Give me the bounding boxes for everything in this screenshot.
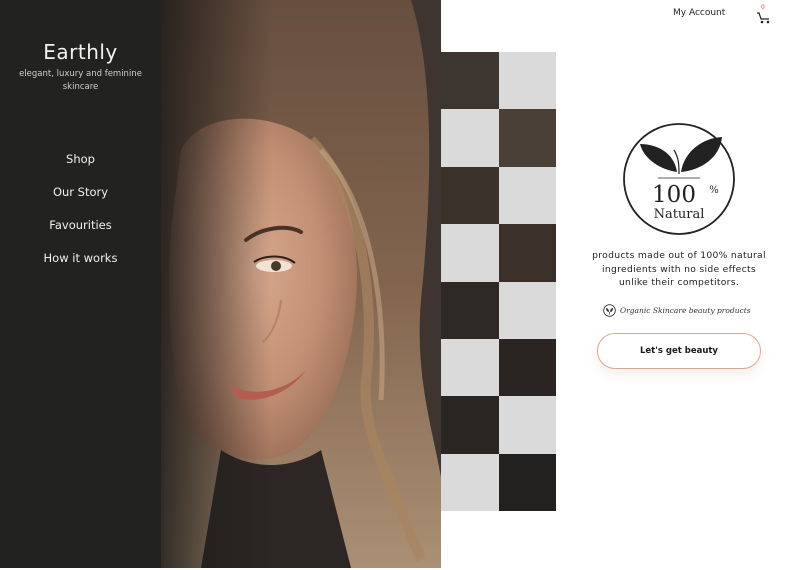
nav-item-shop[interactable]: Shop: [0, 151, 161, 184]
seal-label: Natural: [654, 207, 705, 222]
checker-cell: [498, 224, 556, 282]
nav-item-favourities[interactable]: Favourities: [0, 217, 161, 250]
seal-percent-sign: %: [709, 185, 719, 196]
cart-button[interactable]: 0: [756, 4, 772, 24]
seal-percent: 100: [652, 182, 696, 208]
checker-pattern: [441, 52, 556, 512]
checker-cell: [441, 52, 499, 110]
brand-name[interactable]: Earthly: [0, 40, 161, 64]
checker-cell: [498, 109, 556, 167]
checker-cell: [441, 453, 499, 512]
natural-seal-badge: 100 % Natural: [622, 122, 736, 236]
portrait-image: [161, 0, 441, 568]
product-description: products made out of 100% natural ingred…: [592, 250, 766, 288]
lets-get-beauty-button[interactable]: Let's get beauty: [597, 333, 761, 369]
cart-count-badge: 0: [761, 4, 765, 11]
checker-cell: [498, 339, 556, 397]
nav-item-our-story[interactable]: Our Story: [0, 184, 161, 217]
nav-item-how-it-works[interactable]: How it works: [0, 250, 161, 283]
checker-cell: [441, 396, 499, 454]
organic-leaf-icon: [603, 303, 616, 317]
hero-photo: [161, 0, 441, 568]
checker-cell: [498, 453, 556, 512]
checker-cell: [441, 339, 499, 397]
main-nav: Shop Our Story Favourities How it works: [0, 151, 161, 283]
organic-products-text: Organic Skincare beauty products: [620, 305, 751, 315]
checker-cell: [441, 166, 499, 225]
checker-cell: [498, 396, 556, 454]
leaf-seal-icon: 100 % Natural: [623, 123, 735, 235]
sidebar: Earthly elegant, luxury and feminine ski…: [0, 0, 161, 568]
checker-cell: [441, 109, 499, 167]
checker-cell: [441, 281, 499, 339]
checker-cell: [498, 52, 556, 110]
checker-cell: [441, 224, 499, 282]
organic-products-label: Organic Skincare beauty products: [603, 301, 768, 319]
checker-cell: [498, 281, 556, 339]
my-account-link[interactable]: My Account: [673, 8, 725, 18]
checker-cell: [498, 166, 556, 225]
brand-tagline: elegant, luxury and feminine skincare: [19, 69, 142, 92]
